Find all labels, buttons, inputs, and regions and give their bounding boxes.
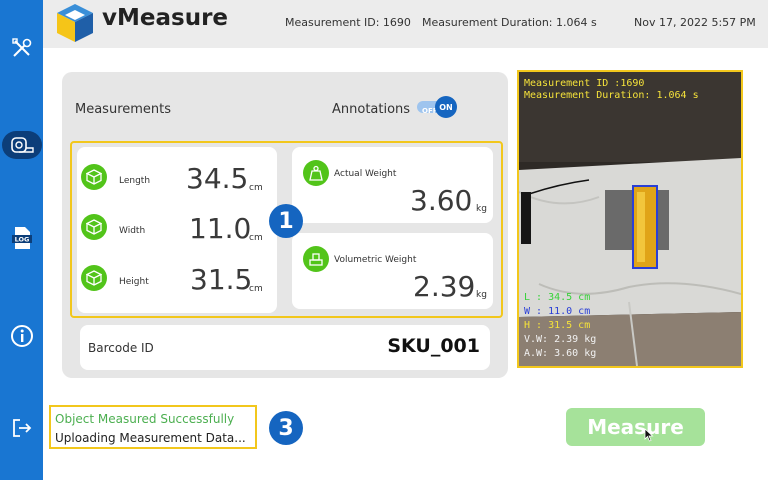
status-uploading-text: Uploading Measurement Data... — [55, 431, 246, 445]
barcode-card: Barcode ID SKU_001 — [80, 325, 490, 370]
dimensions-card: Length 34.5 cm Width 11.0 cm Height 31.5… — [77, 147, 277, 313]
volumetric-weight-unit: kg — [476, 290, 487, 300]
logout-icon — [12, 419, 31, 437]
volumetric-weight-card: Volumetric Weight 2.39 kg — [292, 233, 493, 309]
height-value: 31.5 — [190, 263, 253, 296]
annotations-toggle[interactable]: OFF ON — [417, 96, 457, 118]
camera-overlay-actual: A.W: 3.60 kg — [524, 348, 597, 359]
volumetric-weight-label: Volumetric Weight — [334, 255, 417, 265]
volumetric-weight-value: 2.39 — [413, 270, 476, 303]
measurement-id-text: Measurement ID: 1690 — [285, 16, 411, 29]
width-value: 11.0 — [189, 212, 252, 245]
dimension-row-length: Length 34.5 cm — [77, 160, 282, 200]
sidebar-item-tools[interactable] — [0, 28, 43, 68]
annotations-title: Annotations — [332, 102, 411, 117]
camera-overlay-height: H : 31.5 cm — [524, 320, 591, 331]
weight-icon — [303, 160, 329, 186]
actual-weight-unit: kg — [476, 204, 487, 214]
svg-text:LOG: LOG — [14, 236, 29, 244]
active-indicator — [1, 131, 42, 159]
measure-button[interactable]: Measure — [566, 408, 705, 446]
tape-measure-icon — [10, 137, 34, 153]
length-unit: cm — [249, 183, 263, 193]
logo-cube-icon — [57, 4, 93, 42]
dimension-row-width: Width 11.0 cm — [77, 210, 282, 250]
actual-weight-card: Actual Weight 3.60 kg — [292, 147, 493, 223]
camera-overlay-volumetric: V.W: 2.39 kg — [524, 334, 597, 345]
status-box: Object Measured Successfully Uploading M… — [49, 405, 257, 449]
width-label: Width — [119, 226, 146, 236]
sidebar-item-log[interactable]: LOG — [0, 218, 43, 258]
width-unit: cm — [249, 233, 263, 243]
camera-overlay-duration: Measurement Duration: 1.064 s — [524, 90, 699, 101]
camera-overlay-length: L : 34.5 cm — [524, 292, 591, 303]
scale-icon — [303, 246, 329, 272]
callout-badge-1: 1 — [269, 204, 303, 238]
mouse-cursor-icon — [644, 428, 654, 442]
height-label: Height — [119, 277, 149, 287]
app-title: vMeasure — [102, 5, 229, 31]
datetime-text: Nov 17, 2022 5:57 PM — [634, 16, 756, 29]
log-icon: LOG — [11, 227, 32, 249]
callout-badge-3: 3 — [269, 411, 303, 445]
camera-overlay-width: W : 11.0 cm — [524, 306, 591, 317]
tools-icon — [11, 38, 31, 57]
app-root: LOG vMeasure Measurement ID: 1690 Measur… — [0, 0, 768, 480]
sidebar-item-measure[interactable] — [0, 125, 43, 165]
actual-weight-value: 3.60 — [410, 184, 473, 217]
length-label: Length — [119, 176, 151, 186]
height-unit: cm — [249, 284, 263, 294]
box-icon — [81, 214, 107, 240]
actual-weight-label: Actual Weight — [334, 169, 397, 179]
sidebar: LOG — [0, 0, 43, 480]
sidebar-item-info[interactable] — [0, 316, 43, 356]
length-value: 34.5 — [186, 162, 249, 195]
sidebar-item-logout[interactable] — [0, 408, 43, 448]
barcode-label: Barcode ID — [88, 341, 154, 355]
info-icon — [10, 325, 33, 347]
dimension-row-height: Height 31.5 cm — [77, 261, 282, 301]
camera-overlay-id: Measurement ID :1690 — [524, 78, 645, 89]
measurement-duration-text: Measurement Duration: 1.064 s — [422, 16, 597, 29]
header: vMeasure Measurement ID: 1690 Measuremen… — [43, 0, 768, 48]
measurements-title: Measurements — [75, 102, 172, 117]
camera-view: Measurement ID :1690 Measurement Duratio… — [517, 70, 743, 368]
status-success-text: Object Measured Successfully — [55, 412, 235, 426]
box-icon — [81, 164, 107, 190]
toggle-knob: ON — [435, 96, 457, 118]
box-icon — [81, 265, 107, 291]
barcode-value: SKU_001 — [387, 335, 480, 357]
